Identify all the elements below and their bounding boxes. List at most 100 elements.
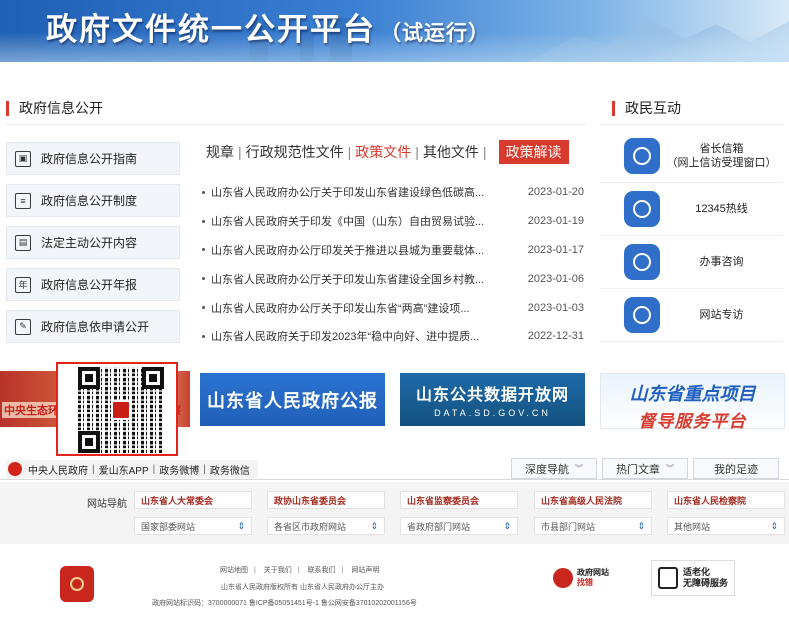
footer-link-sitemap[interactable]: 网站地图 [220, 567, 248, 574]
year-report-icon: 年 [15, 276, 31, 293]
select-value: 省政府部门网站 [407, 521, 471, 532]
link-weibo[interactable]: 政务微博 [159, 462, 199, 477]
news-date: 2023-01-03 [527, 301, 584, 314]
tab-policy-interpretation[interactable]: 政策解读 [498, 140, 569, 164]
link-ai-shandong-app[interactable]: 爱山东APP [99, 462, 149, 477]
button-label: 热门文章 [616, 463, 660, 476]
nav-link-procuratorate[interactable]: 山东省人民检察院 [667, 491, 785, 509]
news-title-link[interactable]: 山东省人民政府办公厅关于印发山东省“两高”建设项... [211, 300, 516, 316]
interaction-item-consultation[interactable]: 办事咨询 [600, 236, 783, 289]
button-label: 我的足迹 [714, 463, 758, 476]
qr-finder [78, 367, 100, 389]
link-separator: | [203, 463, 206, 475]
menu-item-label: 政府信息公开指南 [41, 152, 138, 166]
hotline-icon [624, 191, 660, 227]
news-title-link[interactable]: 山东省人民政府关于印发2023年“稳中向好、进中提质... [211, 328, 516, 344]
select-value: 其他网站 [674, 521, 711, 532]
my-footprint-button[interactable]: 我的足迹 [693, 458, 779, 479]
select-department-sites[interactable]: 省政府部门网站 ⇕ [400, 517, 518, 535]
tab-separator: | [238, 144, 242, 160]
tab-separator: | [415, 144, 419, 160]
list-item: 山东省人民政府关于印发2023年“稳中向好、进中提质... 2022-12-31 [198, 322, 584, 351]
select-city-county-sites[interactable]: 市县部门网站 ⇕ [534, 517, 652, 535]
book-icon: ▣ [15, 150, 31, 167]
button-label: 深度导航 [525, 463, 569, 476]
nav-link-npc[interactable]: 山东省人大常委会 [134, 491, 252, 509]
party-gov-emblem-icon[interactable] [60, 566, 94, 602]
tab-normative-documents[interactable]: 行政规范性文件 [246, 142, 344, 162]
select-value: 国家部委网站 [141, 521, 196, 532]
link-central-government[interactable]: 中央人民政府 [28, 462, 88, 477]
page-subtitle: （试运行） [380, 22, 490, 45]
footer-link-about[interactable]: 关于我们 [264, 567, 292, 574]
updown-arrow-icon: ⇕ [237, 520, 245, 531]
accessibility-line2: 无障碍服务 [683, 578, 729, 588]
page-title-text: 政府文件统一公开平台 [46, 12, 376, 47]
error-report-line1: 政府网站 [577, 568, 609, 577]
nav-link-cppcc[interactable]: 政协山东省委员会 [267, 491, 385, 509]
select-ministry-sites[interactable]: 国家部委网站 ⇕ [134, 517, 252, 535]
open-data-banner[interactable]: 山东公共数据开放网 DATA.SD.GOV.CN [400, 373, 585, 426]
menu-item-annual-report[interactable]: 年 政府信息公开年报 [6, 268, 180, 301]
footer-link-statement[interactable]: 网站声明 [351, 567, 379, 574]
accessibility-label: 适老化 无障碍服务 [683, 567, 728, 589]
open-data-title: 山东公共数据开放网 [415, 387, 569, 404]
interaction-item-governor-mailbox[interactable]: 省长信箱 （网上信访受理窗口） [600, 130, 783, 183]
menu-item-label: 政府信息公开制度 [41, 194, 138, 208]
tab-separator: | [347, 144, 352, 160]
key-project-title: 山东省重点项目 [629, 384, 756, 404]
government-gazette-banner[interactable]: 山东省人民政府公报 [200, 373, 385, 426]
deep-navigation-button[interactable]: 深度导航 ︾ [511, 458, 597, 479]
tab-policy-documents[interactable]: 政策文件 [355, 142, 411, 162]
section-header-interaction: 政民互动 [612, 98, 681, 118]
interview-icon [624, 297, 660, 333]
news-date: 2023-01-17 [527, 243, 584, 256]
link-wechat[interactable]: 政务微信 [210, 462, 250, 477]
info-menu: ▣ 政府信息公开指南 ≡ 政府信息公开制度 ▤ 法定主动公开内容 年 政府信息公… [6, 142, 180, 352]
bullet [202, 306, 205, 310]
interaction-list: 省长信箱 （网上信访受理窗口） 12345热线 办事咨询 网站专访 [600, 130, 783, 342]
key-project-banner[interactable]: 山东省重点项目 督导服务平台 [600, 373, 785, 431]
qr-finder [142, 367, 164, 389]
bullet [202, 277, 205, 281]
menu-item-system[interactable]: ≡ 政府信息公开制度 [6, 184, 180, 217]
section-marker [612, 100, 615, 116]
list-item: 山东省人民政府关于印发《中国（山东）自由贸易试验... 2023-01-19 [198, 207, 584, 236]
error-report-label: 政府网站 找错 [577, 568, 609, 588]
select-other-sites[interactable]: 其他网站 ⇕ [667, 517, 785, 535]
accessibility-button[interactable]: 适老化 无障碍服务 [651, 560, 735, 596]
interaction-label: 省长信箱 （网上信访受理窗口） [660, 142, 783, 170]
menu-item-application[interactable]: ✎ 政府信息依申请公开 [6, 310, 180, 343]
nav-link-supervision[interactable]: 山东省监察委员会 [400, 491, 518, 509]
hot-articles-button[interactable]: 热门文章 ︾ [602, 458, 688, 479]
news-title-link[interactable]: 山东省人民政府办公厅关于印发山东省建设全国乡村教... [211, 271, 516, 287]
interaction-label: 办事咨询 [699, 256, 744, 268]
document-tabs: 规章 | 行政规范性文件 | 政策文件 | 其他文件 | 政策解读 [206, 140, 569, 164]
site-error-report-button[interactable]: 政府网站 找错 [553, 565, 619, 591]
chevron-down-icon: ︾ [666, 464, 674, 473]
interaction-label: 12345热线 [695, 203, 748, 215]
list-item: 山东省人民政府办公厅关于印发山东省建设绿色低碳高... 2023-01-20 [198, 178, 584, 207]
interaction-item-hotline[interactable]: 12345热线 [600, 183, 783, 236]
menu-item-statutory[interactable]: ▤ 法定主动公开内容 [6, 226, 180, 259]
qr-code-image [78, 367, 164, 453]
bullet [202, 334, 205, 338]
list-item: 山东省人民政府办公厅关于印发山东省“两高”建设项... 2023-01-03 [198, 293, 584, 322]
document-list-icon: ≡ [15, 192, 31, 209]
news-title-link[interactable]: 山东省人民政府办公厅印发关于推进以县城为重要载体... [211, 242, 516, 258]
interaction-item-interview[interactable]: 网站专访 [600, 289, 783, 342]
tab-regulations[interactable]: 规章 [206, 142, 234, 162]
select-province-sites[interactable]: 各省区市政府网站 ⇕ [267, 517, 385, 535]
header-banner: 政府文件统一公开平台 （试运行） [0, 0, 789, 62]
menu-item-guide[interactable]: ▣ 政府信息公开指南 [6, 142, 180, 175]
updown-arrow-icon: ⇕ [770, 520, 778, 531]
qr-logo-icon [111, 400, 131, 420]
interaction-label-line2: （网上信访受理窗口） [666, 157, 777, 169]
footer-link-contact[interactable]: 联系我们 [308, 567, 336, 574]
tab-other-documents[interactable]: 其他文件 [423, 142, 479, 162]
news-title-link[interactable]: 山东省人民政府办公厅关于印发山东省建设绿色低碳高... [211, 184, 516, 200]
menu-item-label: 政府信息依申请公开 [41, 320, 150, 334]
updown-arrow-icon: ⇕ [637, 520, 645, 531]
nav-link-high-court[interactable]: 山东省高级人民法院 [534, 491, 652, 509]
news-title-link[interactable]: 山东省人民政府关于印发《中国（山东）自由贸易试验... [211, 213, 516, 229]
